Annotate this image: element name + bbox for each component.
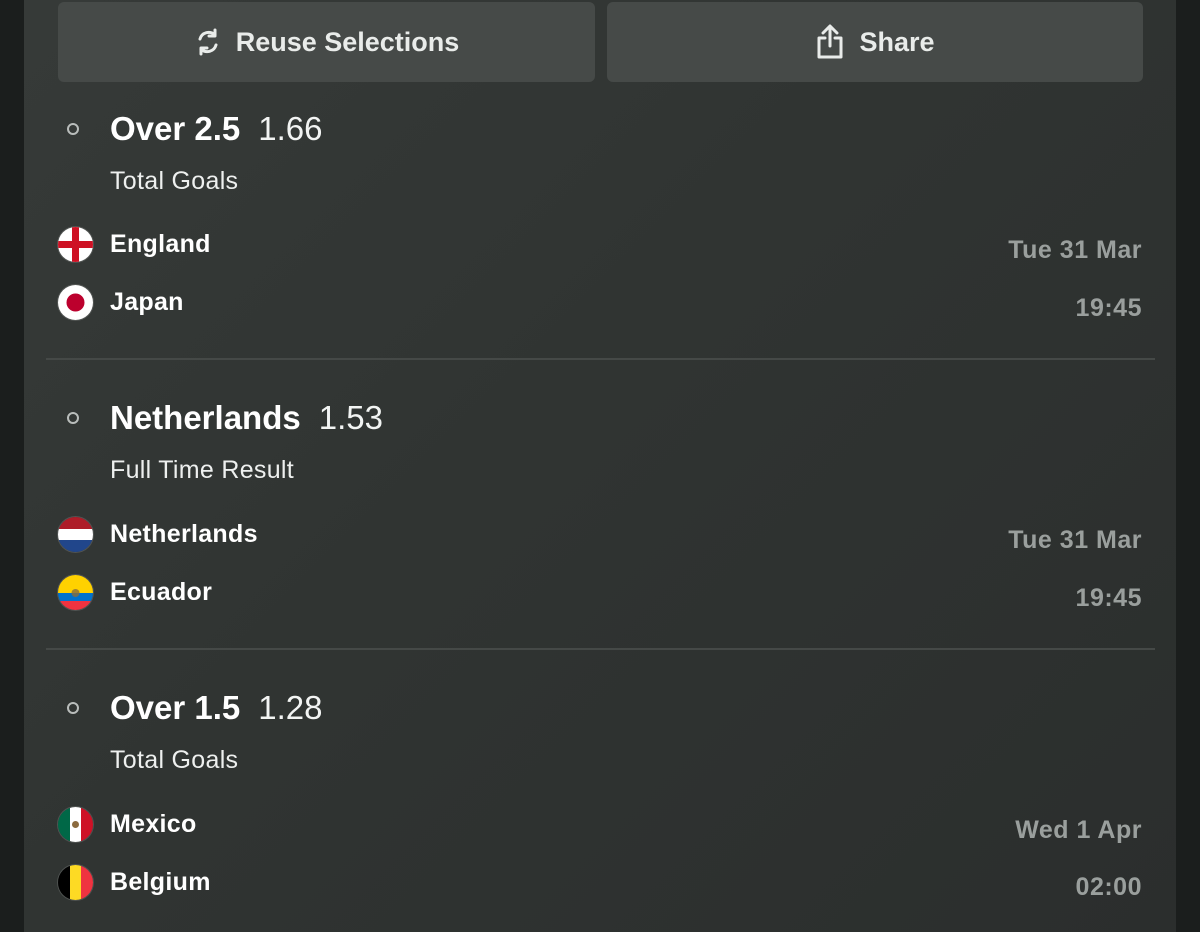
reuse-selections-button[interactable]: Reuse Selections — [58, 2, 595, 82]
away-team: Japan — [110, 288, 184, 316]
japan-flag-icon — [58, 285, 93, 320]
selection-name: Over 2.5 — [110, 110, 241, 147]
event-time: 19:45 — [1075, 294, 1142, 322]
selection-odds: 1.66 — [258, 110, 323, 147]
event-time: 19:45 — [1075, 584, 1142, 612]
divider — [46, 358, 1155, 360]
reuse-selections-label: Reuse Selections — [235, 26, 460, 57]
market-name: Total Goals — [110, 167, 239, 195]
selection-name: Netherlands — [110, 399, 301, 436]
share-icon — [815, 24, 845, 60]
event-date: Wed 1 Apr — [1015, 816, 1142, 844]
divider — [46, 648, 1155, 650]
selection-title: Over 2.5 1.66 — [110, 110, 323, 148]
england-flag-icon — [58, 227, 93, 262]
selection-odds: 1.53 — [318, 399, 383, 436]
away-team: Ecuador — [110, 578, 213, 606]
netherlands-flag-icon — [58, 517, 93, 552]
selection-title: Over 1.5 1.28 — [110, 689, 323, 727]
away-team: Belgium — [110, 868, 211, 896]
event-time: 02:00 — [1075, 873, 1142, 901]
selection-title: Netherlands 1.53 — [110, 399, 383, 437]
refresh-icon — [194, 27, 222, 57]
selection-name: Over 1.5 — [110, 689, 241, 726]
event-date: Tue 31 Mar — [1008, 526, 1142, 554]
selection-radio[interactable] — [67, 412, 79, 424]
market-name: Total Goals — [110, 746, 239, 774]
mexico-flag-icon — [58, 807, 93, 842]
home-team: England — [110, 230, 211, 258]
selection-radio[interactable] — [67, 702, 79, 714]
market-name: Full Time Result — [110, 456, 295, 484]
home-team: Netherlands — [110, 520, 258, 548]
selection-radio[interactable] — [67, 123, 79, 135]
home-team: Mexico — [110, 810, 197, 838]
share-label: Share — [859, 26, 935, 57]
page-background: Reuse Selections Share Over 2.5 1.66 Tota… — [0, 0, 1200, 932]
ecuador-flag-icon — [58, 575, 93, 610]
share-button[interactable]: Share — [607, 2, 1143, 82]
belgium-flag-icon — [58, 865, 93, 900]
event-date: Tue 31 Mar — [1008, 236, 1142, 264]
selection-odds: 1.28 — [258, 689, 323, 726]
